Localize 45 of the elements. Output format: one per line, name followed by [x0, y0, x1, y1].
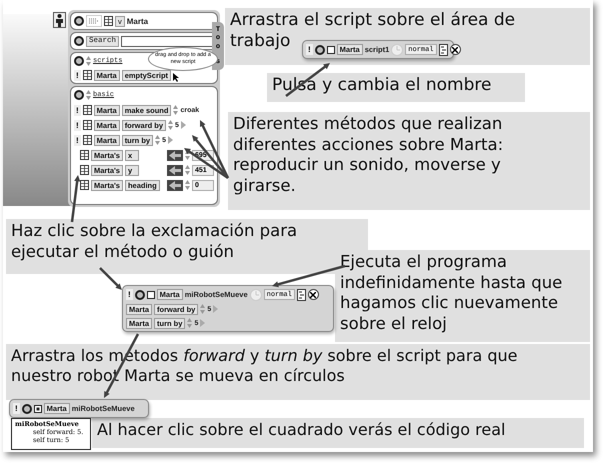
run-button[interactable]: ! [74, 70, 81, 80]
grid-icon[interactable] [82, 120, 92, 130]
assign-arrow-icon[interactable] [167, 180, 183, 190]
grid-icon[interactable] [104, 16, 113, 26]
checkbox[interactable] [34, 404, 42, 412]
grid-icon[interactable] [80, 150, 89, 160]
menu-circle-icon[interactable] [74, 56, 84, 66]
checkbox[interactable] [326, 46, 335, 54]
close-icon [452, 46, 458, 52]
assign-arrow-icon[interactable] [167, 164, 183, 176]
menu-circle-icon[interactable] [74, 16, 84, 26]
close-icon [310, 292, 316, 298]
note-text: Ejecuta el programa indefinidamente hasta que hagamos clic nuevamente sobre el reloj [335, 250, 590, 342]
arrow [70, 175, 80, 222]
run-button[interactable]: ! [74, 104, 81, 116]
menu-circle-icon[interactable] [74, 90, 84, 100]
run-button[interactable]: ! [74, 120, 81, 130]
thumbnail-icon[interactable] [86, 15, 102, 27]
object-name: Marta [126, 16, 148, 26]
search-field[interactable] [121, 36, 214, 46]
grid-icon[interactable] [80, 180, 89, 190]
run-button[interactable]: ! [13, 403, 20, 414]
run-button[interactable]: ! [74, 134, 81, 146]
grid-icon[interactable] [82, 105, 92, 115]
grid-icon[interactable] [82, 135, 92, 145]
menu-circle-icon[interactable] [134, 290, 145, 300]
run-button[interactable]: ! [126, 289, 133, 300]
run-button[interactable]: ! [306, 44, 313, 55]
note-text: Al hacer clic sobre el cuadrado verás el código real [92, 418, 584, 448]
checkbox[interactable] [146, 290, 155, 298]
arrow [192, 135, 229, 179]
menu-icon[interactable] [296, 288, 306, 300]
assign-arrow-icon[interactable] [167, 150, 183, 160]
close-button[interactable] [308, 289, 319, 300]
grid-icon[interactable] [82, 70, 92, 80]
note-text: Diferentes métodos que realizan diferentes acciones sobre Marta: reproducir un sonido, moverse y girarse. [228, 112, 590, 210]
menu-circle-icon[interactable] [22, 404, 32, 414]
menu-icon[interactable] [438, 44, 448, 56]
cursor-icon [173, 72, 180, 82]
arrow [99, 267, 122, 290]
menu-circle-icon[interactable] [74, 36, 84, 46]
close-button[interactable] [450, 44, 461, 55]
grid-icon[interactable] [80, 165, 89, 175]
robot-figure-icon[interactable] [53, 12, 66, 28]
menu-circle-icon[interactable] [314, 44, 325, 54]
